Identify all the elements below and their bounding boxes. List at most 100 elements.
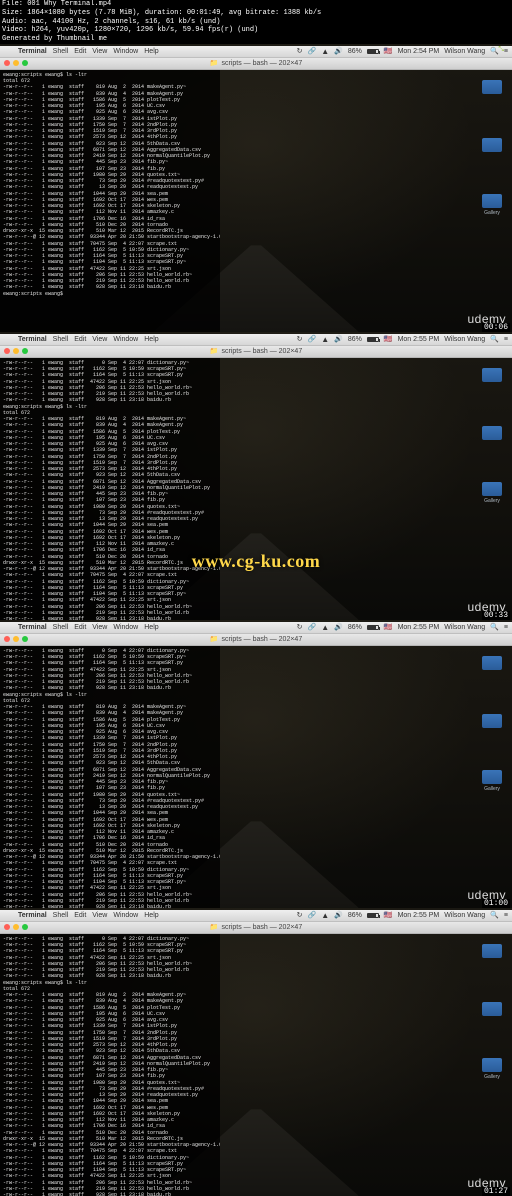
sync-icon[interactable]: ↻ — [297, 623, 303, 631]
terminal-output[interactable]: ewang:scripts ewang$ ls -ltr total 672 -… — [0, 70, 220, 332]
user-name[interactable]: Wilson Wang — [444, 48, 485, 55]
link-icon[interactable]: 🔗 — [307, 623, 316, 631]
minimize-icon[interactable] — [13, 348, 19, 354]
volume-icon[interactable]: 🔊 — [334, 911, 343, 919]
wifi-icon[interactable]: ▲ — [321, 623, 329, 632]
zoom-icon[interactable] — [22, 60, 28, 66]
wifi-icon[interactable]: ▲ — [321, 47, 329, 56]
menu-item[interactable]: View — [92, 912, 107, 919]
clock-text[interactable]: Mon 2:55 PM — [398, 624, 440, 631]
volume-icon[interactable]: 🔊 — [334, 623, 343, 631]
wifi-icon[interactable]: ▲ — [321, 335, 329, 344]
link-icon[interactable]: 🔗 — [307, 335, 316, 343]
desktop-folder[interactable] — [478, 944, 506, 960]
flag-icon[interactable]: 🇺🇸 — [384, 623, 393, 631]
apple-menu-icon[interactable] — [2, 624, 12, 631]
menu-item[interactable]: Edit — [74, 624, 86, 631]
notifications-icon[interactable]: ≡ — [504, 912, 508, 919]
menu-item[interactable]: Shell — [53, 624, 69, 631]
apple-menu-icon[interactable] — [2, 336, 12, 343]
desktop-folder[interactable]: Gallery — [478, 770, 506, 792]
terminal-output[interactable]: -rw-r--r-- 1 ewang staff 0 Sep 4 22:07 d… — [0, 358, 220, 620]
terminal-output[interactable]: -rw-r--r-- 1 ewang staff 0 Sep 4 22:07 d… — [0, 934, 220, 1196]
terminal-titlebar[interactable]: 📁scripts — bash — 202×47 — [0, 58, 512, 70]
zoom-icon[interactable] — [22, 636, 28, 642]
menu-item[interactable]: Help — [144, 336, 158, 343]
terminal-titlebar[interactable]: 📁scripts — bash — 202×47 — [0, 346, 512, 358]
desktop-folder[interactable]: Gallery — [478, 482, 506, 504]
desktop-folder[interactable] — [478, 368, 506, 384]
app-name[interactable]: Terminal — [18, 912, 47, 919]
user-name[interactable]: Wilson Wang — [444, 336, 485, 343]
terminal-output[interactable]: -rw-r--r-- 1 ewang staff 0 Sep 4 22:07 d… — [0, 646, 220, 908]
close-icon[interactable] — [4, 636, 10, 642]
terminal-titlebar[interactable]: 📁scripts — bash — 202×47 — [0, 922, 512, 934]
minimize-icon[interactable] — [13, 924, 19, 930]
desktop-folder[interactable] — [478, 138, 506, 154]
menu-item[interactable]: Edit — [74, 912, 86, 919]
link-icon[interactable]: 🔗 — [307, 47, 316, 55]
close-icon[interactable] — [4, 348, 10, 354]
desktop-folder[interactable] — [478, 1002, 506, 1018]
apple-menu-icon[interactable] — [2, 48, 12, 55]
zoom-icon[interactable] — [22, 348, 28, 354]
clock-text[interactable]: Mon 2:54 PM — [398, 48, 440, 55]
menu-item[interactable]: Window — [113, 48, 138, 55]
flag-icon[interactable]: 🇺🇸 — [384, 47, 393, 55]
battery-icon[interactable] — [367, 625, 379, 630]
menu-item[interactable]: Help — [144, 624, 158, 631]
menu-item[interactable]: Shell — [53, 48, 69, 55]
battery-icon[interactable] — [367, 337, 379, 342]
desktop-folder[interactable] — [478, 656, 506, 672]
menu-item[interactable]: View — [92, 336, 107, 343]
folder-icon — [482, 656, 502, 670]
battery-icon[interactable] — [367, 49, 379, 54]
close-icon[interactable] — [4, 924, 10, 930]
menu-item[interactable]: Help — [144, 912, 158, 919]
menu-item[interactable]: Shell — [53, 336, 69, 343]
search-icon[interactable]: 🔍 — [490, 911, 499, 919]
app-name[interactable]: Terminal — [18, 48, 47, 55]
minimize-icon[interactable] — [13, 636, 19, 642]
sync-icon[interactable]: ↻ — [297, 911, 303, 919]
menu-item[interactable]: View — [92, 48, 107, 55]
minimize-icon[interactable] — [13, 60, 19, 66]
menu-item[interactable]: View — [92, 624, 107, 631]
battery-icon[interactable] — [367, 913, 379, 918]
menu-item[interactable]: Window — [113, 336, 138, 343]
notifications-icon[interactable]: ≡ — [504, 624, 508, 631]
menu-item[interactable]: Edit — [74, 336, 86, 343]
menu-item[interactable]: Window — [113, 624, 138, 631]
clock-text[interactable]: Mon 2:55 PM — [398, 336, 440, 343]
flag-icon[interactable]: 🇺🇸 — [384, 911, 393, 919]
clock-text[interactable]: Mon 2:55 PM — [398, 912, 440, 919]
zoom-icon[interactable] — [22, 924, 28, 930]
flag-icon[interactable]: 🇺🇸 — [384, 335, 393, 343]
menu-item[interactable]: Help — [144, 48, 158, 55]
menu-item[interactable]: Edit — [74, 48, 86, 55]
menu-item[interactable]: Window — [113, 912, 138, 919]
sync-icon[interactable]: ↻ — [297, 47, 303, 55]
desktop-folder[interactable] — [478, 80, 506, 96]
desktop-folder[interactable]: Gallery — [478, 194, 506, 216]
link-icon[interactable]: 🔗 — [307, 911, 316, 919]
user-name[interactable]: Wilson Wang — [444, 624, 485, 631]
notifications-icon[interactable]: ≡ — [504, 336, 508, 343]
user-name[interactable]: Wilson Wang — [444, 912, 485, 919]
desktop-folder[interactable] — [478, 714, 506, 730]
volume-icon[interactable]: 🔊 — [334, 335, 343, 343]
desktop-folder[interactable]: Gallery — [478, 1058, 506, 1080]
wifi-icon[interactable]: ▲ — [321, 911, 329, 920]
search-icon[interactable]: 🔍 — [490, 623, 499, 631]
sync-icon[interactable]: ↻ — [297, 335, 303, 343]
terminal-titlebar[interactable]: 📁scripts — bash — 202×47 — [0, 634, 512, 646]
apple-menu-icon[interactable] — [2, 912, 12, 919]
search-icon[interactable]: 🔍 — [490, 335, 499, 343]
close-icon[interactable] — [4, 60, 10, 66]
menu-item[interactable]: Shell — [53, 912, 69, 919]
app-name[interactable]: Terminal — [18, 624, 47, 631]
desktop-folder[interactable] — [478, 426, 506, 442]
notifications-icon[interactable]: ≡ — [504, 48, 508, 55]
volume-icon[interactable]: 🔊 — [334, 47, 343, 55]
app-name[interactable]: Terminal — [18, 336, 47, 343]
